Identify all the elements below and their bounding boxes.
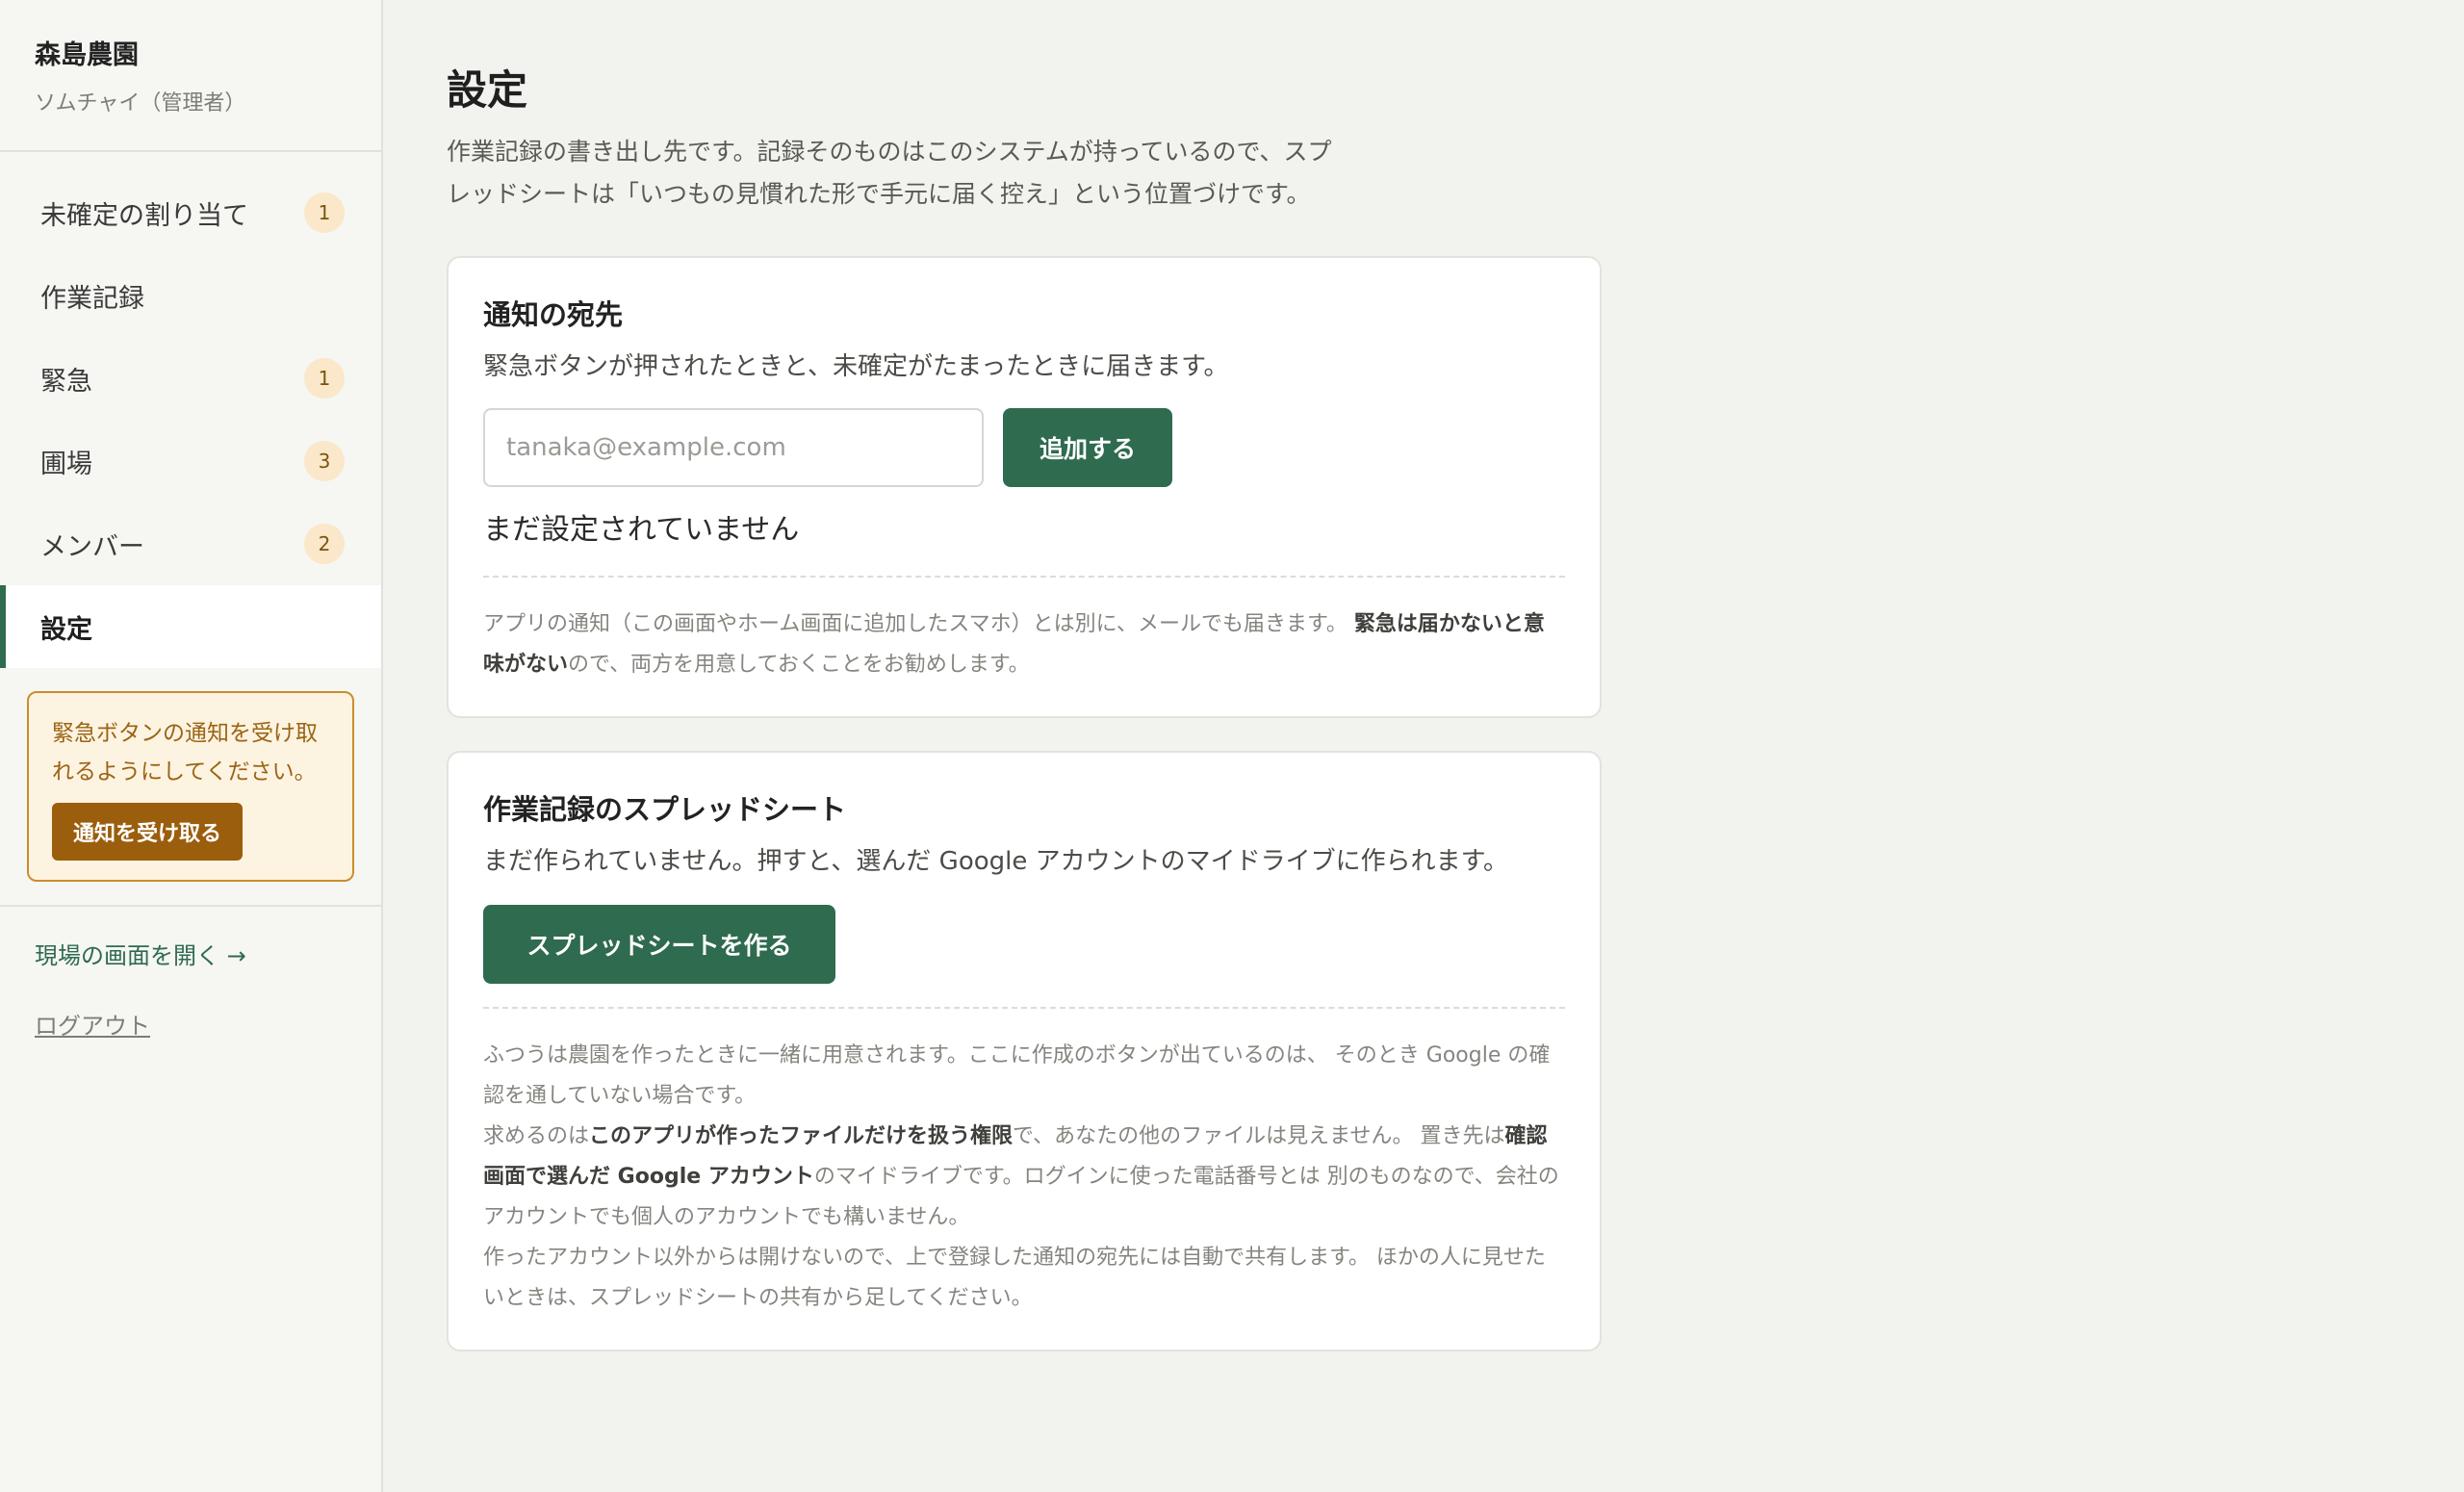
enable-notifications-button[interactable]: 通知を受け取る — [52, 803, 244, 861]
farm-name: 森島農園 — [35, 40, 139, 70]
count-badge: 2 — [304, 524, 345, 564]
sidebar-item-label: メンバー — [40, 531, 144, 562]
sidebar-item-members[interactable]: メンバー 2 — [0, 502, 381, 585]
note-paragraph: 作ったアカウント以外からは開けないので、上で登録した通知の宛先には自動で共有しま… — [483, 1246, 1546, 1310]
sidebar-item-emergency[interactable]: 緊急 1 — [0, 337, 381, 420]
sidebar-nav: 未確定の割り当て 1 作業記録 緊急 1 圃場 3 メンバー 2 設定 — [0, 152, 381, 668]
divider — [483, 576, 1565, 578]
sidebar-item-label: 設定 — [40, 614, 92, 645]
page-title: 設定 — [447, 66, 528, 114]
divider — [483, 1007, 1565, 1009]
sidebar-item-label: 緊急 — [40, 366, 92, 397]
email-input[interactable] — [483, 408, 984, 487]
current-user: ソムチャイ（管理者） — [35, 91, 246, 116]
sidebar-item-settings[interactable]: 設定 — [0, 585, 381, 668]
note-text: ので、両方を用意しておくことをお勧めします。 — [568, 653, 1030, 677]
count-badge: 1 — [304, 358, 345, 399]
notify-title: 通知の宛先 — [483, 298, 624, 331]
notify-subtitle: 緊急ボタンが押されたときと、未確定がたまったときに届きます。 — [483, 352, 1229, 381]
empty-state-text: まだ設定されていません — [483, 513, 800, 547]
note-paragraph: 求めるのはこのアプリが作ったファイルだけを扱う権限で、あなたの他のファイルは見え… — [483, 1117, 1565, 1238]
add-recipient-button[interactable]: 追加する — [1003, 408, 1172, 487]
spreadsheet-card: 作業記録のスプレッドシート まだ作られていません。押すと、選んだ Google … — [447, 751, 1602, 1351]
brand-block: 森島農園 ソムチャイ（管理者） — [0, 0, 381, 152]
note-text: で、あなたの他のファイルは見えません。 置き先は — [1013, 1124, 1505, 1148]
count-badge: 1 — [304, 193, 345, 233]
note-emphasis: このアプリが作ったファイルだけを扱う権限 — [589, 1124, 1014, 1148]
notification-alert: 緊急ボタンの通知を受け取れるようにしてください。 通知を受け取る — [27, 691, 354, 882]
sidebar-item-work-records[interactable]: 作業記録 — [0, 254, 381, 337]
count-badge: 3 — [304, 441, 345, 481]
email-input-row: 追加する — [483, 408, 1565, 487]
note-paragraph: ふつうは農園を作ったときに一緒に用意されます。ここに作成のボタンが出ているのは、… — [483, 1043, 1551, 1108]
spreadsheet-subtitle: まだ作られていません。押すと、選んだ Google アカウントのマイドライブに作… — [483, 847, 1509, 876]
create-spreadsheet-button[interactable]: スプレッドシートを作る — [483, 905, 835, 984]
app-root: 森島農園 ソムチャイ（管理者） 未確定の割り当て 1 作業記録 緊急 1 圃場 … — [0, 0, 2464, 1492]
alert-message: 緊急ボタンの通知を受け取れるようにしてください。 — [52, 721, 318, 785]
main-content: 設定 作業記録の書き出し先です。記録そのものはこのシステムが持っているので、スプ… — [383, 0, 2464, 1492]
page-description: 作業記録の書き出し先です。記録そのものはこのシステムが持っているので、スプレッド… — [447, 138, 1332, 208]
sidebar-item-label: 圃場 — [40, 449, 92, 479]
note-text: アプリの通知（この画面やホーム画面に追加したスマホ）とは別に、メールでも届きます… — [483, 612, 1354, 636]
spreadsheet-title: 作業記録のスプレッドシート — [483, 793, 847, 826]
notify-note: アプリの通知（この画面やホーム画面に追加したスマホ）とは別に、メールでも届きます… — [483, 605, 1565, 685]
open-field-screen-link[interactable]: 現場の画面を開く → — [35, 939, 346, 972]
logout-link[interactable]: ログアウト — [35, 1007, 150, 1041]
sidebar-item-fields[interactable]: 圃場 3 — [0, 420, 381, 502]
notify-card: 通知の宛先 緊急ボタンが押されたときと、未確定がたまったときに届きます。 追加す… — [447, 256, 1602, 718]
note-text: 求めるのは — [483, 1124, 590, 1148]
sidebar-item-unconfirmed[interactable]: 未確定の割り当て 1 — [0, 171, 381, 254]
sidebar-item-label: 未確定の割り当て — [40, 200, 248, 231]
spreadsheet-note: ふつうは農園を作ったときに一緒に用意されます。ここに作成のボタンが出ているのは、… — [483, 1036, 1565, 1319]
sidebar: 森島農園 ソムチャイ（管理者） 未確定の割り当て 1 作業記録 緊急 1 圃場 … — [0, 0, 383, 1492]
sidebar-item-label: 作業記録 — [40, 283, 144, 314]
sidebar-links: 現場の画面を開く → ログアウト — [0, 907, 381, 1073]
